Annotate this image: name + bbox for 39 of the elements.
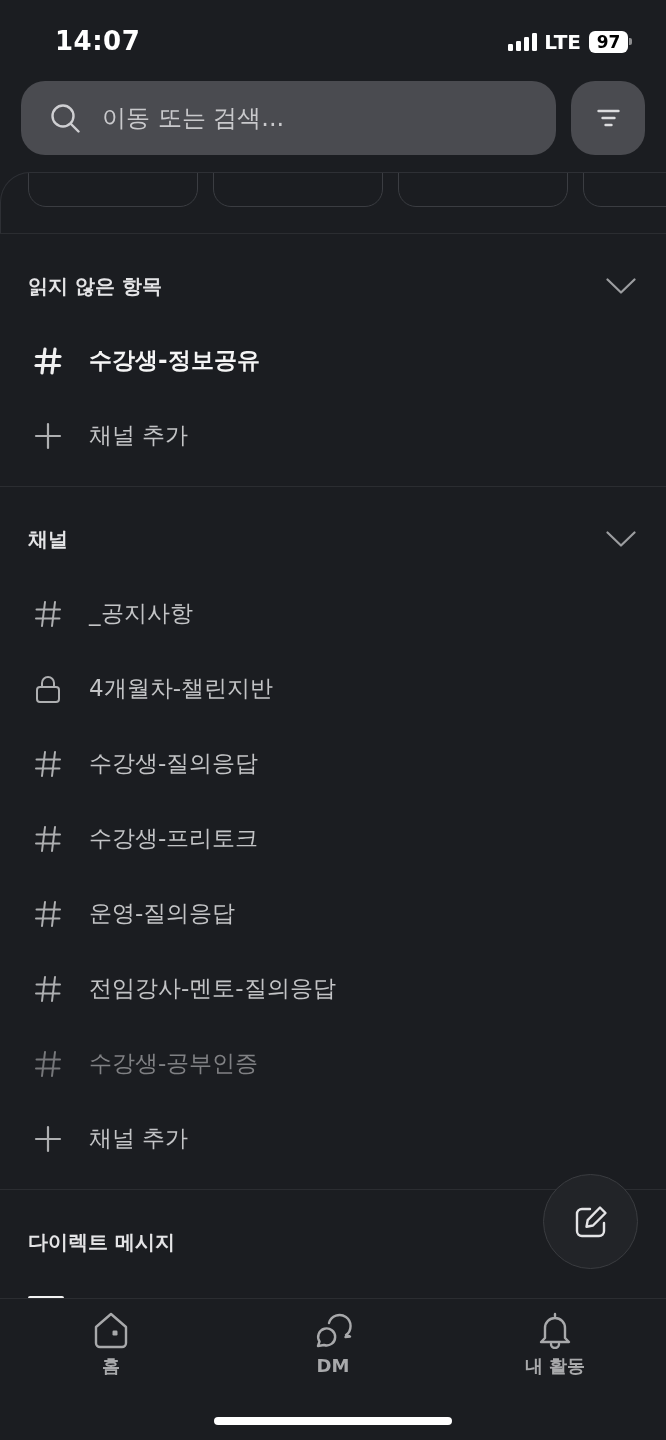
channel-item[interactable]: 운영-질의응답 [34,896,236,931]
home-icon [92,1311,130,1349]
status-time: 14:07 [55,25,141,58]
add-channel-button[interactable]: 채널 추가 [34,418,189,453]
search-icon [50,103,80,133]
hash-icon [34,824,62,853]
hash-icon [34,599,62,628]
signal-icon [508,32,539,51]
hash-icon [34,1049,62,1078]
battery-indicator: 97 [589,30,632,53]
channel-item[interactable]: 전임강사-멘토-질의응답 [34,971,336,1006]
channel-item[interactable]: 4개월차-챌린지반 [34,671,273,706]
tab-button[interactable]: 내 활동 [524,1311,586,1377]
network-type: LTE [544,28,581,56]
section-header: 다이렉트 메시지 [28,1228,175,1256]
filter-button[interactable] [571,81,645,155]
section-header: 읽지 않은 항목 [28,272,162,300]
chat-bubbles-icon [314,1311,352,1349]
hash-icon [34,749,62,778]
plus-icon [34,421,62,450]
add-channel-button[interactable]: 채널 추가 [34,1121,189,1156]
chevron-down-icon[interactable] [606,530,636,547]
channel-item[interactable]: 수강생-질의응답 [34,746,259,781]
channel-item[interactable]: 수강생-프리토크 [34,821,259,856]
channel-item[interactable]: 수강생-정보공유 [34,343,260,378]
hash-icon [34,899,62,928]
lock-icon [34,674,62,703]
tab-button[interactable]: DM [314,1311,352,1377]
plus-icon [34,1124,62,1153]
hash-icon [34,974,62,1003]
filter-icon [596,109,620,127]
tab-button[interactable]: 홈 [92,1311,130,1377]
hash-icon [34,346,62,375]
channel-item[interactable]: 수강생-공부인증 [34,1046,259,1081]
section-header: 채널 [28,525,68,553]
search-field[interactable]: 이동 또는 검색... [21,81,556,155]
channel-item[interactable]: _공지사항 [34,596,193,631]
chevron-down-icon[interactable] [606,277,636,294]
compose-icon [573,1204,608,1239]
